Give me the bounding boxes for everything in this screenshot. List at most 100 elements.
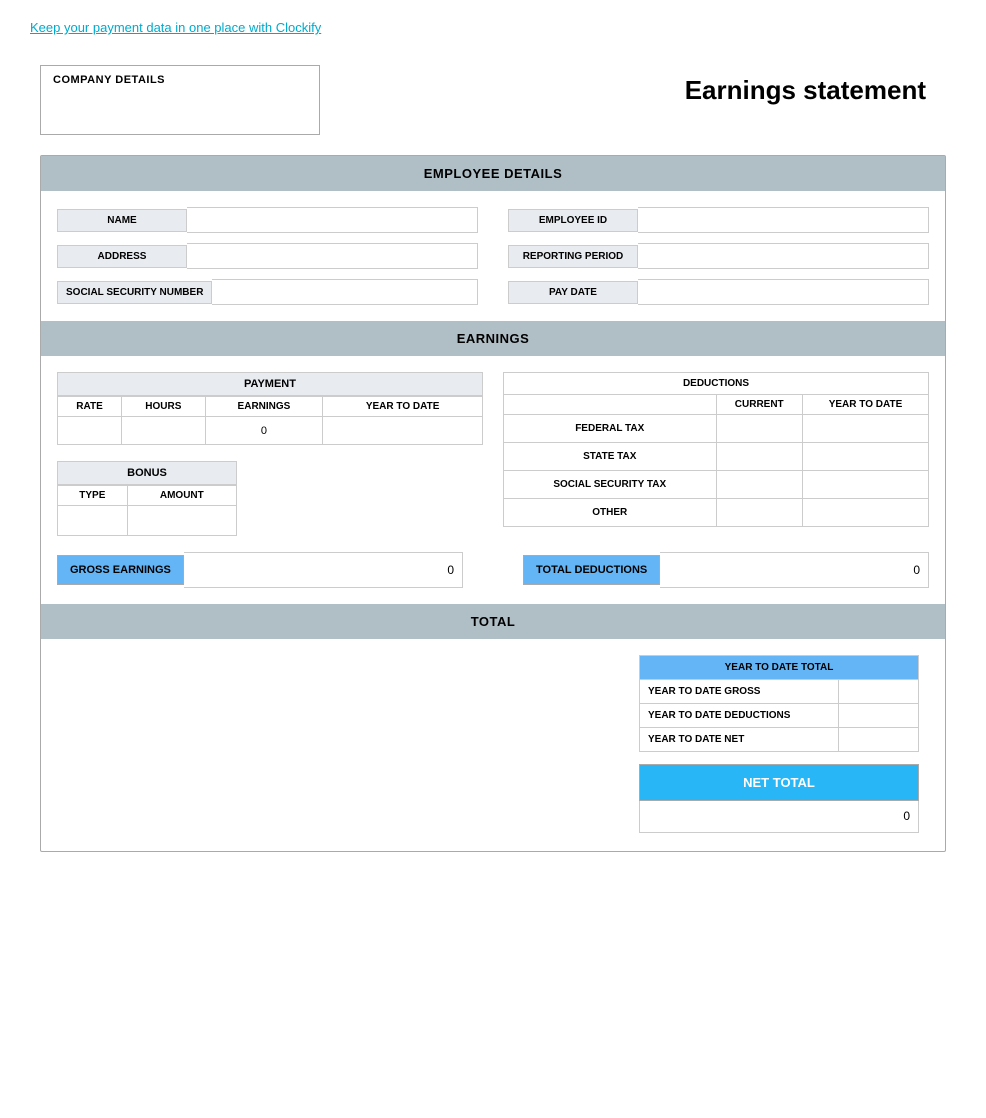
payment-rate-cell[interactable] bbox=[58, 417, 122, 445]
other-tax-ytd[interactable] bbox=[802, 499, 928, 527]
name-field-row: NAME bbox=[57, 207, 478, 233]
ytd-gross-label: YEAR TO DATE GROSS bbox=[640, 680, 839, 704]
table-row: STATE TAX bbox=[504, 443, 929, 471]
header-row: COMPANY DETAILS Earnings statement bbox=[40, 65, 946, 135]
employee-details-header: EMPLOYEE DETAILS bbox=[41, 156, 945, 191]
page-title: Earnings statement bbox=[685, 65, 946, 106]
reporting-period-field-row: REPORTING PERIOD bbox=[508, 243, 929, 269]
earnings-body: PAYMENT RATE HOURS EARNINGS YEAR TO DATE bbox=[41, 356, 945, 604]
payment-col-hours: HOURS bbox=[122, 397, 206, 417]
table-row: FEDERAL TAX bbox=[504, 415, 929, 443]
ytd-table: YEAR TO DATE TOTAL YEAR TO DATE GROSS YE… bbox=[639, 655, 919, 752]
ytd-title-row: YEAR TO DATE TOTAL bbox=[640, 656, 919, 680]
deductions-col-ytd: YEAR TO DATE bbox=[802, 395, 928, 415]
bonus-type-cell[interactable] bbox=[58, 506, 128, 536]
pay-date-field-row: PAY DATE bbox=[508, 279, 929, 305]
state-tax-ytd[interactable] bbox=[802, 443, 928, 471]
table-row bbox=[58, 506, 237, 536]
table-row: 0 bbox=[58, 417, 483, 445]
clockify-link[interactable]: Keep your payment data in one place with… bbox=[30, 20, 321, 35]
employee-fields-left: NAME ADDRESS SOCIAL SECURITY NUMBER bbox=[57, 207, 478, 305]
federal-tax-label: FEDERAL TAX bbox=[504, 415, 717, 443]
gross-earnings-total: GROSS EARNINGS 0 bbox=[57, 552, 463, 588]
reporting-period-value[interactable] bbox=[638, 243, 929, 269]
totals-row: GROSS EARNINGS 0 TOTAL DEDUCTIONS 0 bbox=[57, 552, 929, 588]
ytd-title: YEAR TO DATE TOTAL bbox=[640, 656, 919, 680]
main-card: EMPLOYEE DETAILS NAME ADDRESS bbox=[40, 155, 946, 852]
employee-details-body: NAME ADDRESS SOCIAL SECURITY NUMBER bbox=[41, 191, 945, 321]
other-tax-current[interactable] bbox=[716, 499, 802, 527]
payment-hours-cell[interactable] bbox=[122, 417, 206, 445]
ytd-net-value[interactable] bbox=[839, 728, 919, 752]
ssn-field-row: SOCIAL SECURITY NUMBER bbox=[57, 279, 478, 305]
employee-fields-right: EMPLOYEE ID REPORTING PERIOD PAY DATE bbox=[508, 207, 929, 305]
federal-tax-ytd[interactable] bbox=[802, 415, 928, 443]
payment-col-earnings: EARNINGS bbox=[205, 397, 323, 417]
table-row: YEAR TO DATE GROSS bbox=[640, 680, 919, 704]
total-deductions-total: TOTAL DEDUCTIONS 0 bbox=[523, 552, 929, 588]
payment-table: RATE HOURS EARNINGS YEAR TO DATE bbox=[57, 396, 483, 445]
social-security-label: SOCIAL SECURITY TAX bbox=[504, 471, 717, 499]
earnings-header: EARNINGS bbox=[41, 321, 945, 356]
payment-col-rate: RATE bbox=[58, 397, 122, 417]
pay-date-value[interactable] bbox=[638, 279, 929, 305]
bonus-col-type: TYPE bbox=[58, 486, 128, 506]
total-section-body: YEAR TO DATE TOTAL YEAR TO DATE GROSS YE… bbox=[41, 639, 945, 851]
bonus-block: BONUS TYPE AMOUNT bbox=[57, 461, 483, 536]
ytd-deductions-label: YEAR TO DATE DEDUCTIONS bbox=[640, 704, 839, 728]
total-section-header: TOTAL bbox=[41, 604, 945, 639]
deductions-col-label bbox=[504, 395, 717, 415]
deductions-table: DEDUCTIONS CURRENT YEAR TO DATE FEDERAL … bbox=[503, 372, 929, 527]
table-row: OTHER bbox=[504, 499, 929, 527]
state-tax-current[interactable] bbox=[716, 443, 802, 471]
earnings-grid: PAYMENT RATE HOURS EARNINGS YEAR TO DATE bbox=[57, 372, 929, 536]
bonus-col-amount: AMOUNT bbox=[127, 486, 236, 506]
ssn-value[interactable] bbox=[212, 279, 478, 305]
bonus-table-label: BONUS bbox=[57, 461, 237, 485]
ytd-block: YEAR TO DATE TOTAL YEAR TO DATE GROSS YE… bbox=[639, 655, 919, 833]
deductions-col-current: CURRENT bbox=[716, 395, 802, 415]
net-total-block: NET TOTAL 0 bbox=[639, 764, 919, 833]
table-row: YEAR TO DATE NET bbox=[640, 728, 919, 752]
payment-table-label: PAYMENT bbox=[57, 372, 483, 396]
company-box: COMPANY DETAILS bbox=[40, 65, 320, 135]
net-total-label: NET TOTAL bbox=[639, 764, 919, 801]
company-details-label: COMPANY DETAILS bbox=[53, 74, 165, 86]
federal-tax-current[interactable] bbox=[716, 415, 802, 443]
pay-date-label: PAY DATE bbox=[508, 281, 638, 304]
payment-col-ytd: YEAR TO DATE bbox=[323, 397, 483, 417]
ssn-label: SOCIAL SECURITY NUMBER bbox=[57, 281, 212, 304]
social-security-ytd[interactable] bbox=[802, 471, 928, 499]
name-value[interactable] bbox=[187, 207, 478, 233]
ytd-gross-value[interactable] bbox=[839, 680, 919, 704]
name-label: NAME bbox=[57, 209, 187, 232]
state-tax-label: STATE TAX bbox=[504, 443, 717, 471]
payment-ytd-cell[interactable] bbox=[323, 417, 483, 445]
earnings-left: PAYMENT RATE HOURS EARNINGS YEAR TO DATE bbox=[57, 372, 483, 536]
bonus-table: TYPE AMOUNT bbox=[57, 485, 237, 536]
address-label: ADDRESS bbox=[57, 245, 187, 268]
employee-id-field-row: EMPLOYEE ID bbox=[508, 207, 929, 233]
employee-id-label: EMPLOYEE ID bbox=[508, 209, 638, 232]
total-deductions-value: 0 bbox=[660, 552, 929, 588]
ytd-deductions-value[interactable] bbox=[839, 704, 919, 728]
payment-earnings-cell[interactable]: 0 bbox=[205, 417, 323, 445]
gross-earnings-label: GROSS EARNINGS bbox=[57, 555, 184, 585]
gross-earnings-value: 0 bbox=[184, 552, 463, 588]
employee-id-value[interactable] bbox=[638, 207, 929, 233]
bonus-amount-cell[interactable] bbox=[127, 506, 236, 536]
reporting-period-label: REPORTING PERIOD bbox=[508, 245, 638, 268]
other-tax-label: OTHER bbox=[504, 499, 717, 527]
deductions-table-label: DEDUCTIONS bbox=[504, 373, 929, 395]
table-row: YEAR TO DATE DEDUCTIONS bbox=[640, 704, 919, 728]
address-field-row: ADDRESS bbox=[57, 243, 478, 269]
net-total-value: 0 bbox=[639, 801, 919, 833]
employee-fields-grid: NAME ADDRESS SOCIAL SECURITY NUMBER bbox=[57, 207, 929, 305]
total-deductions-label: TOTAL DEDUCTIONS bbox=[523, 555, 660, 585]
table-row: SOCIAL SECURITY TAX bbox=[504, 471, 929, 499]
address-value[interactable] bbox=[187, 243, 478, 269]
social-security-current[interactable] bbox=[716, 471, 802, 499]
page-container: COMPANY DETAILS Earnings statement EMPLO… bbox=[0, 55, 986, 892]
top-link-bar: Keep your payment data in one place with… bbox=[0, 0, 986, 55]
earnings-right: DEDUCTIONS CURRENT YEAR TO DATE FEDERAL … bbox=[503, 372, 929, 536]
